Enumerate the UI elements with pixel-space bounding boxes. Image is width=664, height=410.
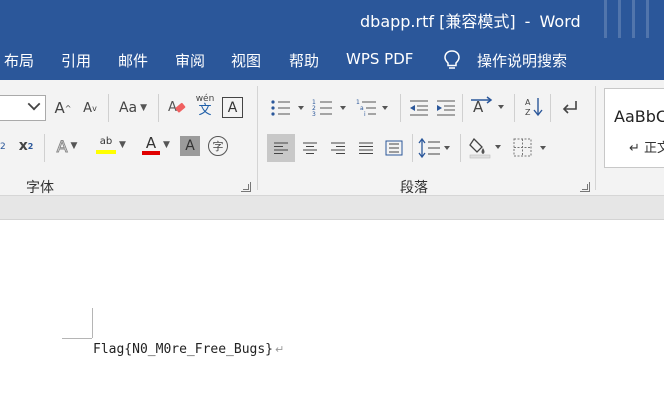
title-bar: dbapp.rtf [兼容模式] - Word bbox=[0, 0, 664, 44]
font-color-icon: A bbox=[142, 135, 161, 155]
document-name: dbapp.rtf [兼容模式] bbox=[360, 12, 516, 31]
grow-font-icon: A bbox=[54, 99, 65, 117]
text-effects-button[interactable]: A ▼ bbox=[50, 136, 84, 156]
divider bbox=[44, 134, 45, 162]
title-separator: - bbox=[524, 12, 531, 31]
svg-text:A: A bbox=[168, 100, 177, 115]
svg-text:A: A bbox=[525, 98, 531, 107]
document-canvas[interactable]: Flag{N0_M0re_Free_Bugs} ↵ bbox=[0, 220, 664, 410]
font-group-label: 字体 bbox=[26, 180, 54, 196]
tab-mailings[interactable]: 邮件 bbox=[118, 50, 148, 71]
distributed-icon bbox=[385, 140, 403, 156]
shrink-font-icon: A bbox=[83, 100, 93, 116]
decrease-indent-button[interactable] bbox=[408, 98, 430, 118]
highlight-color-button[interactable]: ab ▼ bbox=[92, 132, 130, 158]
divider bbox=[158, 94, 159, 122]
tab-help[interactable]: 帮助 bbox=[289, 50, 319, 71]
align-right-icon bbox=[331, 142, 345, 154]
enclose-characters-icon: 字 bbox=[212, 140, 224, 153]
justify-button[interactable] bbox=[352, 134, 380, 162]
character-shading-button[interactable]: A bbox=[180, 136, 200, 156]
clear-formatting-icon[interactable]: A bbox=[166, 96, 188, 118]
divider bbox=[400, 94, 401, 122]
highlight-color-strip bbox=[96, 150, 117, 154]
show-hide-marks-icon[interactable] bbox=[560, 98, 580, 118]
app-name: Word bbox=[539, 12, 581, 31]
text-effects-icon: A bbox=[56, 136, 68, 156]
ribbon: A^ Av Aa▼ A wén 文 A 2 x2 A▼ ab ▼ A ▼ bbox=[0, 80, 664, 196]
align-center-icon bbox=[303, 142, 317, 154]
font-dialog-launcher-icon[interactable] bbox=[241, 182, 251, 192]
phonetic-guide-button[interactable]: wén 文 bbox=[193, 92, 217, 120]
svg-text:i: i bbox=[364, 111, 366, 118]
divider bbox=[550, 94, 551, 122]
lightbulb-icon[interactable] bbox=[443, 49, 461, 71]
group-divider bbox=[257, 86, 258, 190]
ribbon-tabs: 布局 引用 邮件 审阅 视图 帮助 WPS PDF 操作说明搜索 bbox=[0, 38, 664, 80]
shrink-font-button[interactable]: Av bbox=[80, 98, 100, 118]
svg-text:3: 3 bbox=[312, 111, 316, 118]
margin-corner-mark bbox=[92, 308, 93, 338]
align-right-button[interactable] bbox=[324, 134, 352, 162]
window-title: dbapp.rtf [兼容模式] - Word bbox=[360, 8, 581, 32]
styles-gallery[interactable]: AaBbC ↵ 正文 bbox=[604, 88, 664, 168]
phonetic-guide-char: 文 bbox=[198, 103, 212, 118]
line-spacing-button[interactable] bbox=[418, 137, 456, 159]
change-case-button[interactable]: Aa ▼ bbox=[116, 98, 150, 118]
tell-me-search[interactable]: 操作说明搜索 bbox=[477, 50, 567, 71]
style-name-normal: ↵ 正文 bbox=[629, 141, 664, 156]
font-color-button[interactable]: A ▼ bbox=[137, 132, 175, 158]
superscript-icon: x bbox=[18, 138, 28, 154]
multilevel-list-button[interactable]: 1 a i bbox=[356, 98, 394, 118]
justify-icon bbox=[359, 142, 373, 154]
divider bbox=[412, 134, 413, 162]
change-case-icon: Aa bbox=[118, 100, 138, 116]
distributed-button[interactable] bbox=[380, 134, 408, 162]
margin-corner-mark bbox=[62, 338, 92, 339]
align-left-button[interactable] bbox=[267, 134, 295, 162]
align-center-button[interactable] bbox=[296, 134, 324, 162]
ruler-band bbox=[0, 196, 664, 220]
borders-button[interactable] bbox=[512, 137, 550, 159]
enclose-characters-button[interactable]: 字 bbox=[208, 136, 228, 156]
svg-text:Z: Z bbox=[525, 108, 531, 117]
tab-references[interactable]: 引用 bbox=[61, 50, 91, 71]
superscript-button[interactable]: x2 bbox=[16, 136, 36, 156]
divider bbox=[460, 134, 461, 162]
character-shading-icon: A bbox=[185, 138, 195, 154]
paragraph-dialog-launcher-icon[interactable] bbox=[580, 182, 590, 192]
document-text: Flag{N0_M0re_Free_Bugs} bbox=[93, 342, 274, 357]
font-size-dropdown[interactable] bbox=[0, 95, 46, 121]
style-sample-normal: AaBbC bbox=[614, 107, 664, 126]
shading-button[interactable] bbox=[468, 135, 506, 159]
tab-view[interactable]: 视图 bbox=[231, 50, 261, 71]
tab-review[interactable]: 审阅 bbox=[175, 50, 205, 71]
paragraph-mark-icon: ↵ bbox=[275, 343, 285, 356]
character-border-icon: A bbox=[227, 99, 238, 116]
font-color-strip bbox=[142, 151, 161, 155]
bullets-button[interactable] bbox=[270, 98, 308, 118]
divider bbox=[514, 94, 515, 122]
increase-indent-button[interactable] bbox=[435, 98, 457, 118]
divider bbox=[108, 94, 109, 122]
divider bbox=[462, 94, 463, 122]
subscript-fragment[interactable]: 2 bbox=[0, 142, 6, 152]
tab-layout[interactable]: 布局 bbox=[4, 50, 34, 71]
character-border-button[interactable]: A bbox=[222, 97, 243, 118]
sort-button[interactable]: A Z bbox=[523, 96, 545, 118]
chevron-down-icon bbox=[27, 97, 41, 111]
group-divider bbox=[595, 86, 596, 190]
align-left-icon bbox=[274, 142, 288, 154]
grow-font-button[interactable]: A ^ bbox=[53, 98, 73, 118]
highlighter-icon: ab bbox=[96, 136, 117, 154]
text-direction-button[interactable]: A bbox=[470, 96, 508, 118]
tab-wps-pdf[interactable]: WPS PDF bbox=[346, 50, 413, 68]
document-paragraph[interactable]: Flag{N0_M0re_Free_Bugs} ↵ bbox=[93, 342, 284, 357]
numbering-button[interactable]: 1 2 3 bbox=[312, 98, 350, 118]
paragraph-group-label: 段落 bbox=[400, 180, 428, 196]
